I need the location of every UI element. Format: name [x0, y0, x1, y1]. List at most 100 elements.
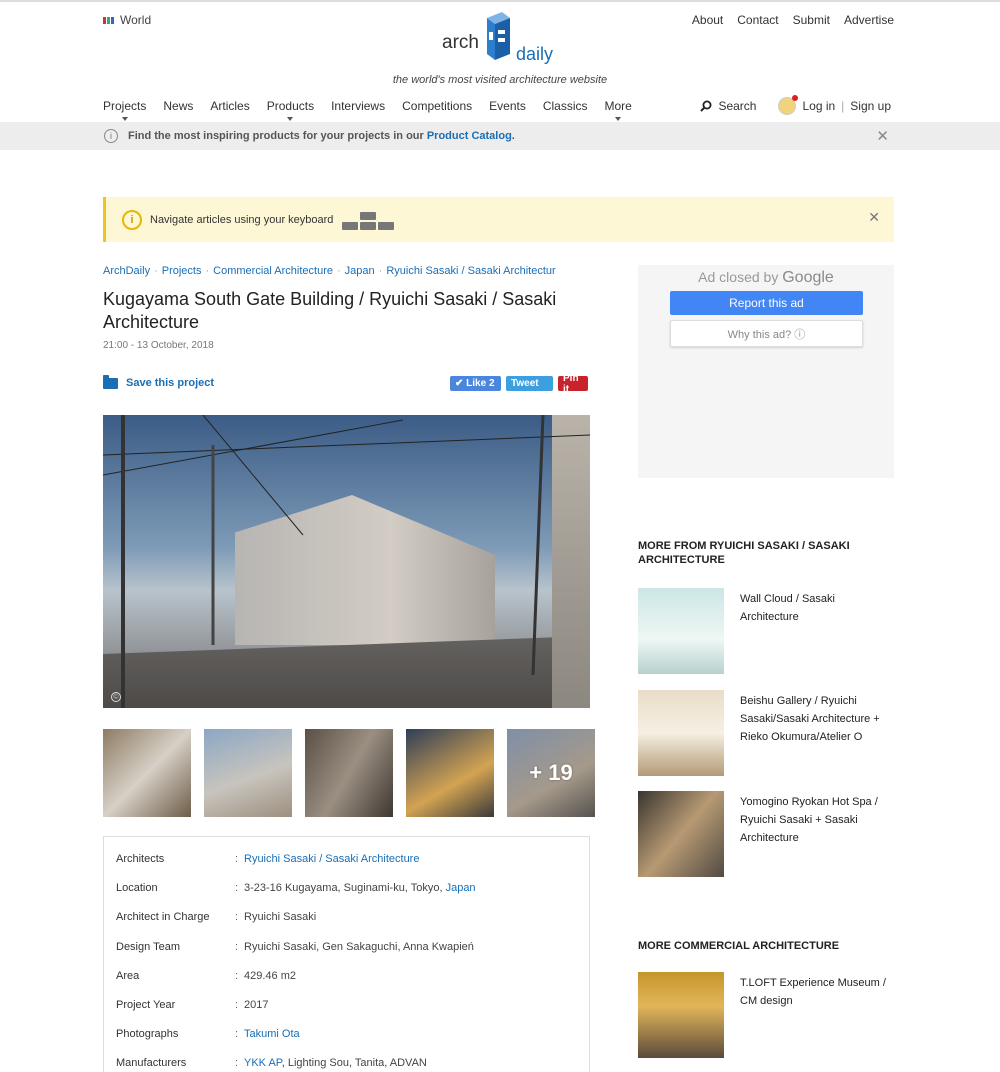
google-wordmark: Google [782, 269, 834, 286]
nav-events[interactable]: Events [489, 99, 526, 113]
why-this-ad-button[interactable]: Why this ad? ⓘ [670, 320, 863, 347]
spec-value: YKK AP, Lighting Sou, Tanita, ADVAN [244, 1057, 427, 1072]
more-photos-count: + 19 [529, 760, 573, 785]
japan-link[interactable]: Japan [446, 882, 476, 894]
location-value: 3-23-16 Kugayama, Suginami-ku, Tokyo, [244, 882, 446, 895]
spec-label: Area [116, 969, 140, 982]
breadcrumb-commercial[interactable]: Commercial Architecture [213, 265, 333, 277]
share-buttons: ✔ Like 2 Tweet Pin it [450, 373, 588, 395]
thumbnail[interactable] [103, 729, 191, 817]
breadcrumb-archdaily[interactable]: ArchDaily [103, 265, 150, 277]
nav-articles[interactable]: Articles [210, 99, 249, 113]
related-project-thumbnail[interactable] [638, 972, 724, 1058]
region-label: World [120, 13, 152, 27]
flag-icon [103, 16, 114, 24]
logo-text-arch: arch [442, 32, 479, 53]
spec-label: Architect in Charge [116, 911, 210, 924]
thumbnail-more[interactable]: + 19 [507, 729, 595, 817]
facebook-like-button[interactable]: ✔ Like 2 [450, 376, 501, 391]
related-project-title[interactable]: T.LOFT Experience Museum / CM design [740, 974, 895, 1010]
publish-date: 21:00 - 13 October, 2018 [103, 340, 214, 351]
pinterest-button[interactable]: Pin it [558, 373, 588, 395]
spec-row: Architect in Charge: Ryuichi Sasaki [104, 911, 589, 940]
spec-row: Architects: Ryuichi Sasaki / Sasaki Arch… [104, 853, 589, 882]
top-links: About Contact Submit Advertise [692, 13, 894, 27]
related-project-title[interactable]: Beishu Gallery / Ryuichi Sasaki/Sasaki A… [740, 692, 895, 746]
nav-interviews[interactable]: Interviews [331, 99, 385, 113]
nav-projects[interactable]: Projects [103, 99, 146, 121]
hero-photo[interactable]: © [103, 415, 590, 708]
ad-slot: Ad closed by Google Report this ad Why t… [638, 265, 894, 478]
tweet-button[interactable]: Tweet [506, 376, 553, 391]
related-project-thumbnail[interactable] [638, 588, 724, 674]
spec-label: Photographs [116, 1028, 179, 1041]
ykk-ap-link[interactable]: YKK AP [244, 1057, 282, 1069]
project-specs: Architects: Ryuichi Sasaki / Sasaki Arch… [103, 836, 590, 1072]
tagline: the world's most visited architecture we… [392, 74, 608, 86]
spec-row: Photographs: Takumi Ota [104, 1028, 589, 1057]
spec-value: 429.46 m2 [244, 969, 296, 982]
nav-competitions[interactable]: Competitions [402, 99, 472, 113]
spec-row: Design Team: Ryuichi Sasaki, Gen Sakaguc… [104, 941, 589, 970]
spec-label: Manufacturers [116, 1057, 187, 1070]
breadcrumb-japan[interactable]: Japan [345, 265, 375, 277]
nav-news[interactable]: News [163, 99, 193, 113]
spec-label: Location [116, 882, 158, 895]
related-project-title[interactable]: Yomogino Ryokan Hot Spa / Ryuichi Sasaki… [740, 793, 895, 847]
info-icon: i [104, 129, 118, 143]
login-link[interactable]: Log in [802, 99, 835, 113]
thumbnail[interactable] [204, 729, 292, 817]
close-icon[interactable]: ✕ [876, 127, 889, 145]
save-project-label: Save this project [126, 377, 215, 389]
top-link-about[interactable]: About [692, 13, 723, 27]
nav-products[interactable]: Products [267, 99, 314, 121]
top-link-contact[interactable]: Contact [737, 13, 778, 27]
spec-row: Manufacturers: YKK AP, Lighting Sou, Tan… [104, 1057, 589, 1072]
architects-link[interactable]: Ryuichi Sasaki / Sasaki Architecture [244, 853, 419, 882]
related-project-thumbnail[interactable] [638, 791, 724, 877]
thumbnail[interactable] [305, 729, 393, 817]
spec-row: Area: 429.46 m2 [104, 970, 589, 999]
top-link-advertise[interactable]: Advertise [844, 13, 894, 27]
ad-closed-notice: Ad closed by Google [638, 269, 894, 287]
breadcrumb-projects[interactable]: Projects [162, 265, 202, 277]
nav-classics[interactable]: Classics [543, 99, 588, 113]
spec-row: Location: 3-23-16 Kugayama, Suginami-ku,… [104, 882, 589, 911]
related-project-card[interactable]: Yomogino Ryokan Hot Spa / Ryuichi Sasaki… [638, 791, 894, 877]
logo-text-daily: daily [516, 44, 554, 64]
related-project-title[interactable]: Wall Cloud / Sasaki Architecture [740, 590, 895, 626]
search-icon[interactable] [700, 100, 712, 112]
folder-icon [103, 374, 118, 389]
spec-label: Project Year [116, 998, 176, 1011]
region-selector[interactable]: World [103, 13, 151, 27]
report-ad-button[interactable]: Report this ad [670, 291, 863, 315]
related-project-thumbnail[interactable] [638, 690, 724, 776]
breadcrumb: ArchDaily · Projects · Commercial Architec… [103, 265, 556, 277]
save-project-button[interactable]: Save this project [103, 374, 215, 389]
related-project-card[interactable]: Beishu Gallery / Ryuichi Sasaki/Sasaki A… [638, 690, 894, 776]
related-project-card[interactable]: Wall Cloud / Sasaki Architecture [638, 588, 894, 674]
copyright-icon: © [111, 692, 121, 702]
logo-cube-icon [487, 12, 510, 60]
page-title: Kugayama South Gate Building / Ryuichi S… [103, 289, 557, 332]
signup-link[interactable]: Sign up [850, 99, 891, 113]
avatar[interactable] [778, 95, 799, 115]
spec-label: Architects [116, 853, 165, 865]
more-commercial-heading: MORE COMMERCIAL ARCHITECTURE [638, 940, 840, 952]
search-link[interactable]: Search [718, 99, 756, 113]
photographer-link[interactable]: Takumi Ota [244, 1028, 300, 1057]
product-catalog-link[interactable]: Product Catalog [427, 130, 512, 142]
spec-value: 2017 [244, 998, 269, 1011]
more-from-heading: MORE FROM RYUICHI SASAKI / SASAKI ARCHIT… [638, 540, 850, 566]
close-icon[interactable]: ✕ [868, 209, 880, 226]
related-project-card[interactable]: T.LOFT Experience Museum / CM design [638, 972, 894, 1058]
nav-more[interactable]: More [605, 99, 632, 121]
top-link-submit[interactable]: Submit [793, 13, 830, 27]
thumbnail[interactable] [406, 729, 494, 817]
banner-text: Find the most inspiring products for you… [128, 130, 515, 142]
keyboard-notice-text: Navigate articles using your keyboard [150, 213, 334, 226]
archdaily-logo[interactable]: arch daily [442, 8, 562, 68]
power-lines [103, 415, 590, 708]
info-icon: i [122, 209, 142, 230]
breadcrumb-architect[interactable]: Ryuichi Sasaki / Sasaki Architectur [386, 265, 555, 277]
